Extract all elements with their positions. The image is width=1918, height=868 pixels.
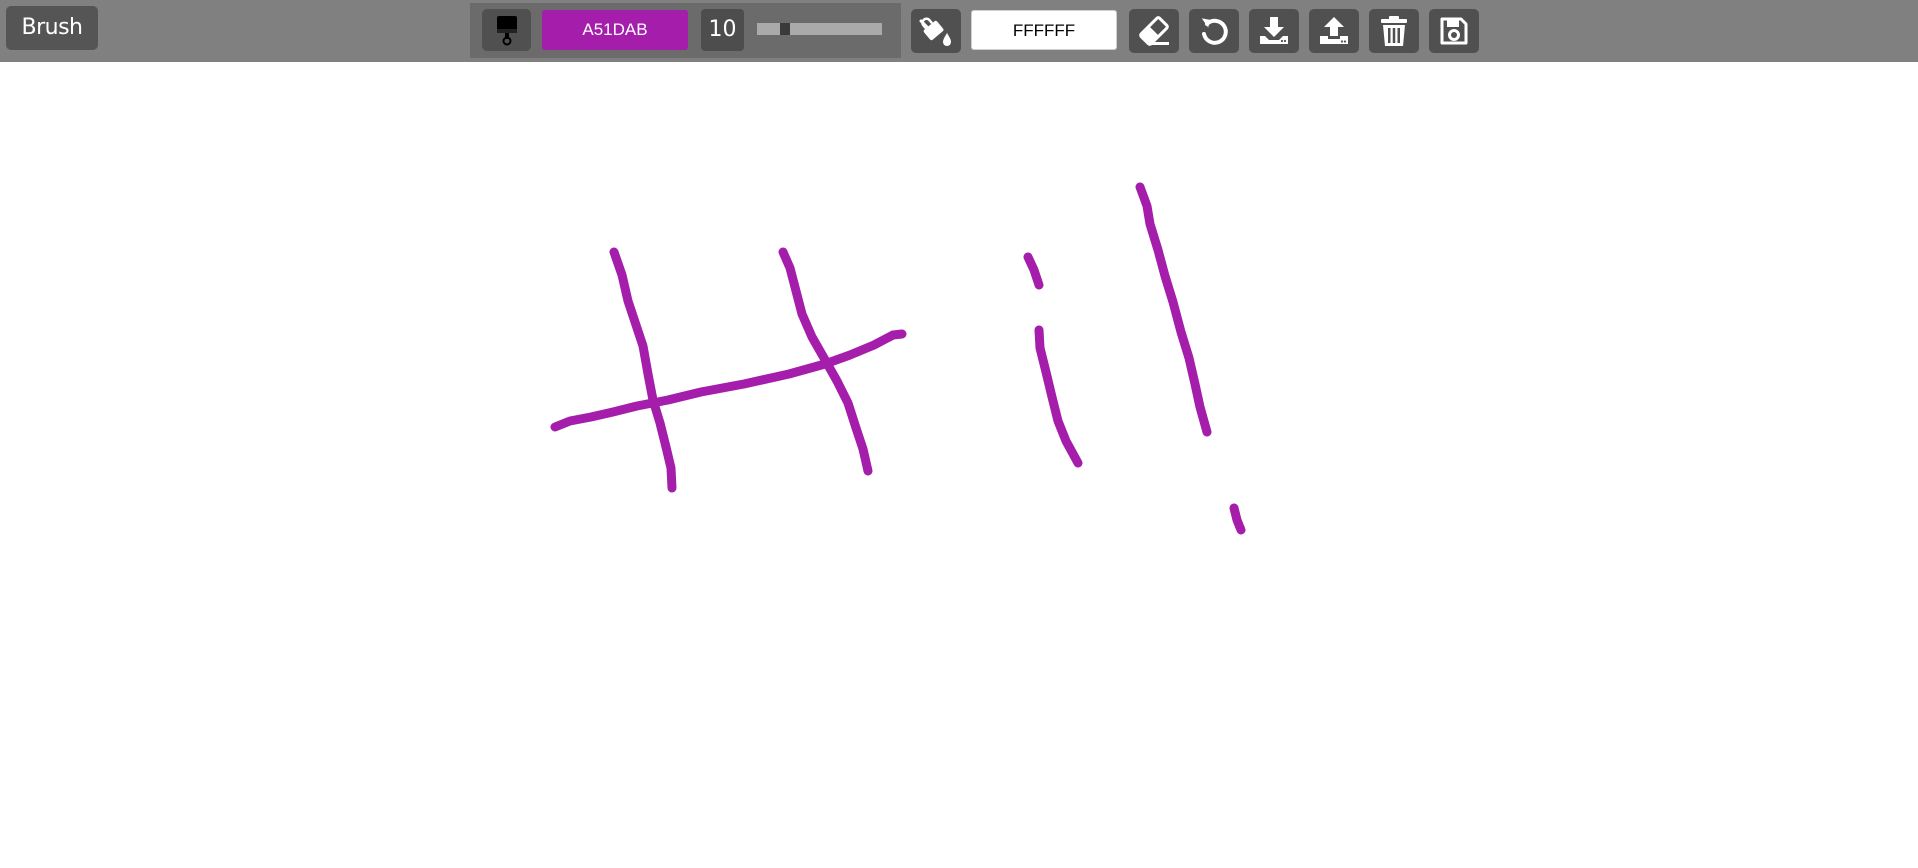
brush-size-slider[interactable]: [757, 23, 882, 35]
save-icon: [1440, 17, 1468, 45]
drawn-stroke: [1135, 182, 1212, 437]
save-button[interactable]: [1429, 9, 1479, 53]
mode-button[interactable]: Brush: [6, 6, 98, 50]
background-color-field[interactable]: FFFFFF: [971, 10, 1117, 50]
brush-color-field[interactable]: A51DAB: [542, 10, 688, 50]
drawn-stroke: [1229, 503, 1246, 535]
paint-bucket-icon: [919, 17, 951, 46]
download-icon: [1260, 17, 1288, 44]
fill-background-button[interactable]: [911, 9, 961, 53]
trash-icon: [1381, 16, 1407, 46]
download-button[interactable]: [1249, 9, 1299, 53]
paint-brush-icon: [496, 16, 517, 46]
upload-icon: [1320, 17, 1348, 44]
undo-button[interactable]: [1189, 9, 1239, 53]
brush-tool-button[interactable]: [482, 9, 531, 51]
brush-size-value: 10: [701, 9, 744, 51]
eraser-icon: [1139, 16, 1169, 46]
toolbar: Brush A51DAB 10 FFFFFF: [0, 0, 1918, 62]
drawn-stroke: [1034, 325, 1083, 468]
brush-size-slider-thumb[interactable]: [780, 23, 790, 35]
undo-icon: [1201, 18, 1228, 45]
drawn-stroke: [1023, 252, 1044, 290]
drawn-stroke: [609, 247, 677, 493]
upload-button[interactable]: [1309, 9, 1359, 53]
clear-canvas-button[interactable]: [1369, 9, 1419, 53]
eraser-button[interactable]: [1129, 9, 1179, 53]
drawing-canvas[interactable]: [0, 62, 1918, 868]
